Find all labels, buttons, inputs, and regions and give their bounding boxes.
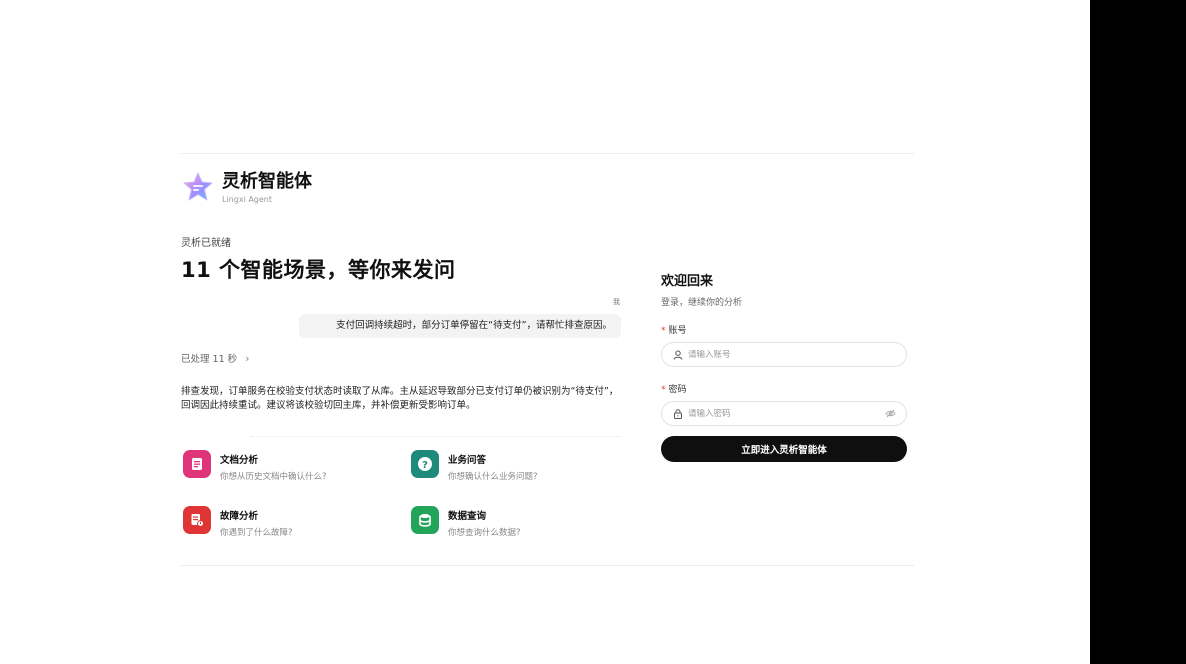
submit-button[interactable]: 立即进入灵析智能体 [661,436,907,462]
account-input[interactable] [688,349,896,360]
scenario-fault-analysis[interactable]: 故障分析 你遇到了什么故障? [183,506,293,538]
scenario-data-query[interactable]: 数据查询 你想查询什么数据? [411,506,521,538]
password-input[interactable] [688,408,885,419]
account-label-text: 账号 [668,326,687,336]
right-black-strip [1090,0,1186,664]
login-subtitle: 登录，继续你的分析 [661,298,743,308]
scenario-business-qa[interactable]: ? 业务问答 你想确认什么业务问题? [411,450,538,482]
password-field[interactable] [661,401,907,426]
password-label-text: 密码 [668,385,687,395]
scenario-title: 业务问答 [448,455,487,466]
divider [251,436,621,437]
database-icon [411,506,439,534]
login-title: 欢迎回来 [661,274,714,289]
account-field[interactable] [661,342,907,367]
agent-answer: 排查发现，订单服务在校验支付状态时读取了从库。主从延迟导致部分已支付订单仍被识别… [181,386,619,411]
processed-toggle[interactable]: 已处理 11 秒 › [181,351,250,366]
eye-off-icon[interactable] [885,408,896,419]
brand-subtitle: Lingxi Agent [222,194,273,204]
user-label: 我 [613,298,620,306]
account-label: * 账号 [661,323,907,336]
page-headline: 11 个智能场景，等你来发问 [181,258,456,282]
user-icon [672,349,683,360]
star-logo-icon [183,172,213,201]
brand: 灵析智能体 Lingxi Agent [181,170,312,204]
status-text: 灵析已就绪 [181,238,231,249]
password-label: * 密码 [661,382,907,395]
required-mark: * [661,385,666,395]
scenario-title: 故障分析 [220,511,259,522]
scenario-desc: 你遇到了什么故障? [220,528,293,538]
required-mark: * [661,326,666,336]
lock-icon [672,408,683,419]
document-icon [183,450,211,478]
main-panel: 灵析智能体 Lingxi Agent 灵析已就绪 11 个智能场景，等你来发问 … [181,153,914,566]
fault-report-icon [183,506,211,534]
scenario-document-analysis[interactable]: 文档分析 你想从历史文档中确认什么? [183,450,327,482]
scenario-desc: 你想从历史文档中确认什么? [220,472,327,482]
scenario-desc: 你想确认什么业务问题? [448,472,538,482]
processed-text: 已处理 11 秒 [181,354,238,365]
user-message-bubble: 支付回调持续超时，部分订单停留在“待支付”，请帮忙排查原因。 [299,314,621,338]
scenario-title: 文档分析 [220,455,259,466]
scenario-title: 数据查询 [448,511,487,522]
scenario-desc: 你想查询什么数据? [448,528,521,538]
brand-title: 灵析智能体 [222,170,312,192]
question-icon: ? [411,450,439,478]
svg-text:?: ? [422,460,428,471]
chevron-right-icon: › [245,351,250,365]
login-panel: 欢迎回来 登录，继续你的分析 *账号 *密码 立即进入灵析智能体 [661,270,907,462]
